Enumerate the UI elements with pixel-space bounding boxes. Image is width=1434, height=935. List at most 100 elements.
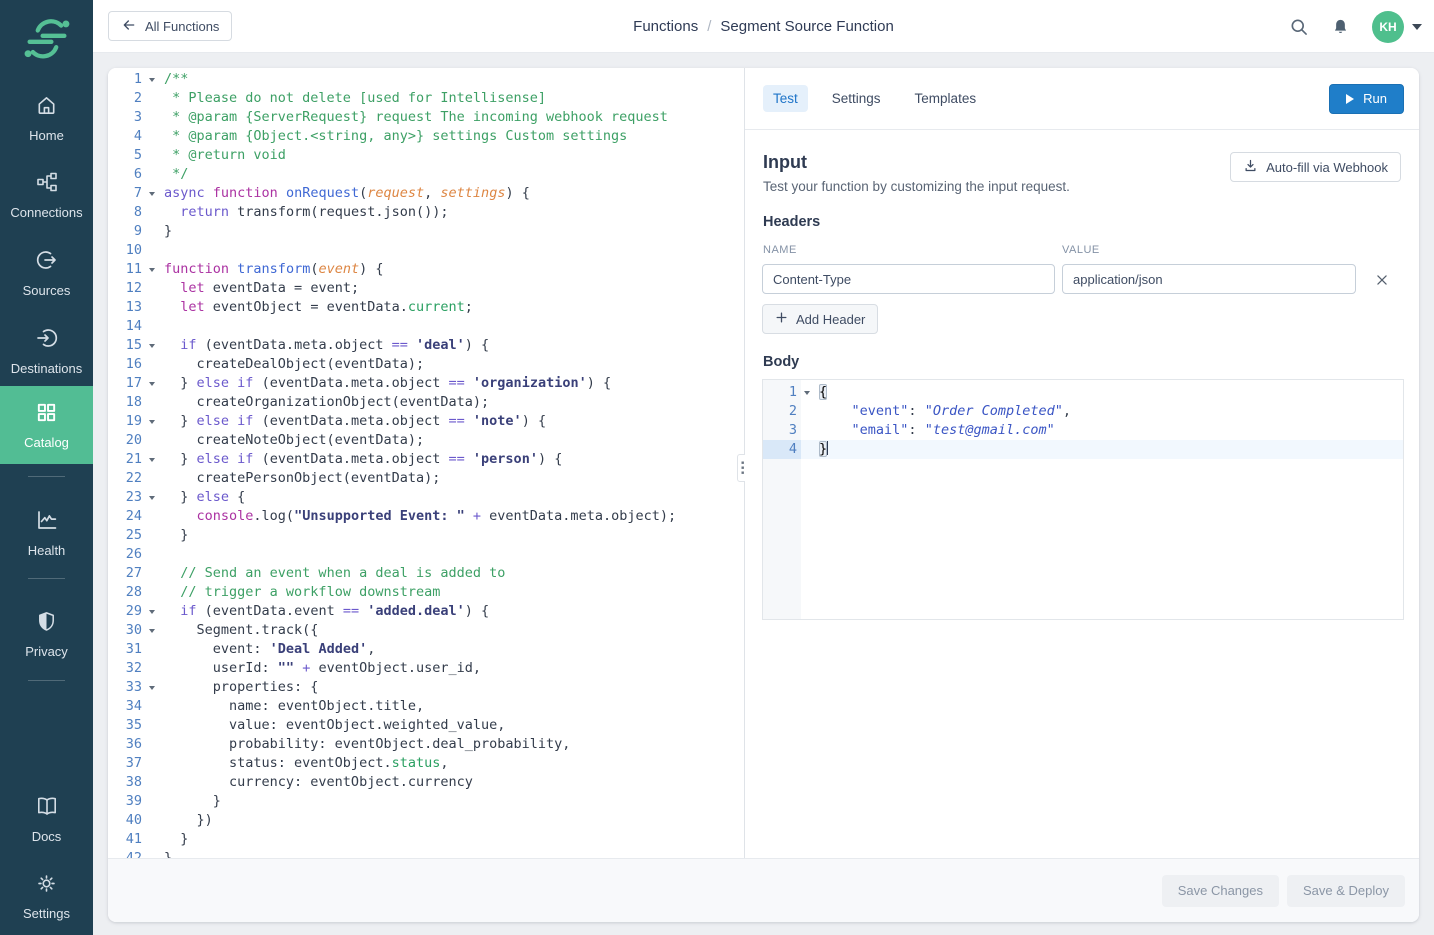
code-line[interactable]: 30 Segment.track({ xyxy=(108,621,744,640)
code-line[interactable]: 33 properties: { xyxy=(108,678,744,697)
header-value-input[interactable] xyxy=(1062,264,1356,294)
fold-arrow-icon[interactable] xyxy=(149,192,155,196)
sidebar-item-privacy[interactable]: Privacy xyxy=(0,602,93,667)
line-number: 4 xyxy=(108,127,146,146)
sidebar-item-settings[interactable]: Settings xyxy=(0,864,93,929)
fold-arrow-icon[interactable] xyxy=(149,458,155,462)
code-line[interactable]: 35 value: eventObject.weighted_value, xyxy=(108,716,744,735)
sidebar-item-label: Catalog xyxy=(24,435,69,450)
code-line[interactable]: 4 * @param {Object.<string, any>} settin… xyxy=(108,127,744,146)
run-button[interactable]: Run xyxy=(1329,84,1404,114)
user-menu[interactable]: KH xyxy=(1372,11,1422,43)
plus-icon xyxy=(775,311,788,327)
destinations-icon xyxy=(35,326,59,355)
code-line[interactable]: 23 } else { xyxy=(108,488,744,507)
code-line[interactable]: 18 createOrganizationObject(eventData); xyxy=(108,393,744,412)
code-line[interactable]: 24 console.log("Unsupported Event: " + e… xyxy=(108,507,744,526)
code-line[interactable]: 3 "email": "test@gmail.com" xyxy=(763,421,1403,440)
sidebar-item-catalog[interactable]: Catalog xyxy=(0,386,93,464)
code-line[interactable]: 21 } else if (eventData.meta.object == '… xyxy=(108,450,744,469)
sidebar-item-sources[interactable]: Sources xyxy=(0,240,93,306)
code-line[interactable]: 25 } xyxy=(108,526,744,545)
save-changes-button[interactable]: Save Changes xyxy=(1162,875,1279,907)
header-name-input[interactable] xyxy=(762,264,1055,294)
fold-arrow-icon[interactable] xyxy=(149,78,155,82)
code-line[interactable]: 2 * Please do not delete [used for Intel… xyxy=(108,89,744,108)
sidebar-item-docs[interactable]: Docs xyxy=(0,786,93,852)
search-icon[interactable] xyxy=(1289,17,1309,37)
code-line[interactable]: 7async function onRequest(request, setti… xyxy=(108,184,744,203)
code-line[interactable]: 40 }) xyxy=(108,811,744,830)
sidebar-item-home[interactable]: Home xyxy=(0,86,93,151)
tab-test[interactable]: Test xyxy=(763,85,808,112)
fold-arrow-icon[interactable] xyxy=(149,268,155,272)
code-line[interactable]: 29 if (eventData.event == 'added.deal') … xyxy=(108,602,744,621)
code-line[interactable]: 26 xyxy=(108,545,744,564)
fold-arrow-icon[interactable] xyxy=(149,344,155,348)
code-line[interactable]: 39 } xyxy=(108,792,744,811)
code-line[interactable]: 17 } else if (eventData.meta.object == '… xyxy=(108,374,744,393)
fold-arrow-icon[interactable] xyxy=(804,391,810,395)
fold-arrow-icon[interactable] xyxy=(149,382,155,386)
code-line[interactable]: 34 name: eventObject.title, xyxy=(108,697,744,716)
line-number: 20 xyxy=(108,431,146,450)
code-line[interactable]: 16 createDealObject(eventData); xyxy=(108,355,744,374)
segment-logo-icon[interactable] xyxy=(0,12,93,64)
line-number: 13 xyxy=(108,298,146,317)
sidebar-item-destinations[interactable]: Destinations xyxy=(0,318,93,384)
code-line[interactable]: 8 return transform(request.json()); xyxy=(108,203,744,222)
code-line[interactable]: 12 let eventData = event; xyxy=(108,279,744,298)
code-line[interactable]: 5 * @return void xyxy=(108,146,744,165)
tab-templates[interactable]: Templates xyxy=(905,85,987,112)
code-line[interactable]: 31 event: 'Deal Added', xyxy=(108,640,744,659)
sidebar-item-connections[interactable]: Connections xyxy=(0,162,93,228)
code-line[interactable]: 22 createPersonObject(eventData); xyxy=(108,469,744,488)
line-number: 19 xyxy=(108,412,146,431)
line-number: 35 xyxy=(108,716,146,735)
line-number: 28 xyxy=(108,583,146,602)
sidebar-item-health[interactable]: Health xyxy=(0,500,93,566)
code-line[interactable]: 28 // trigger a workflow downstream xyxy=(108,583,744,602)
code-line[interactable]: 27 // Send an event when a deal is added… xyxy=(108,564,744,583)
sidebar-item-label: Home xyxy=(29,128,64,143)
code-line[interactable]: 15 if (eventData.meta.object == 'deal') … xyxy=(108,336,744,355)
code-line[interactable]: 6 */ xyxy=(108,165,744,184)
source-code-editor[interactable]: 1/**2 * Please do not delete [used for I… xyxy=(108,68,744,858)
fold-arrow-icon[interactable] xyxy=(149,610,155,614)
code-line[interactable]: 13 let eventObject = eventData.current; xyxy=(108,298,744,317)
code-line[interactable]: 3 * @param {ServerRequest} request The i… xyxy=(108,108,744,127)
fold-arrow-icon[interactable] xyxy=(149,420,155,424)
code-line[interactable]: 19 } else if (eventData.meta.object == '… xyxy=(108,412,744,431)
tab-settings[interactable]: Settings xyxy=(822,85,891,112)
run-button-label: Run xyxy=(1363,91,1387,106)
code-line[interactable]: 10 xyxy=(108,241,744,260)
save-and-deploy-button[interactable]: Save & Deploy xyxy=(1287,875,1405,907)
code-line[interactable]: 11function transform(event) { xyxy=(108,260,744,279)
code-line[interactable]: 1/** xyxy=(108,70,744,89)
code-line[interactable]: 14 xyxy=(108,317,744,336)
line-number: 36 xyxy=(108,735,146,754)
body-section-title: Body xyxy=(763,354,799,370)
code-line[interactable]: 32 userId: "" + eventObject.user_id, xyxy=(108,659,744,678)
code-line[interactable]: 41 } xyxy=(108,830,744,849)
code-line[interactable]: 2 "event": "Order Completed", xyxy=(763,402,1403,421)
code-line[interactable]: 37 status: eventObject.status, xyxy=(108,754,744,773)
code-line[interactable]: 1{ xyxy=(763,383,1403,402)
remove-header-icon[interactable] xyxy=(1373,271,1391,292)
code-line[interactable]: 36 probability: eventObject.deal_probabi… xyxy=(108,735,744,754)
fold-arrow-icon[interactable] xyxy=(149,496,155,500)
fold-arrow-icon[interactable] xyxy=(149,629,155,633)
avatar[interactable]: KH xyxy=(1372,11,1404,43)
breadcrumb-parent[interactable]: Functions xyxy=(633,18,698,35)
code-line[interactable]: 38 currency: eventObject.currency xyxy=(108,773,744,792)
notifications-bell-icon[interactable] xyxy=(1331,17,1350,37)
code-line[interactable]: 42} xyxy=(108,849,744,858)
autofill-via-webhook-button[interactable]: Auto-fill via Webhook xyxy=(1230,152,1401,182)
add-header-button[interactable]: Add Header xyxy=(762,304,878,334)
code-line[interactable]: 4} xyxy=(763,440,1403,459)
privacy-icon xyxy=(35,610,58,638)
code-line[interactable]: 20 createNoteObject(eventData); xyxy=(108,431,744,450)
fold-arrow-icon[interactable] xyxy=(149,686,155,690)
request-body-editor[interactable]: 1{2 "event": "Order Completed",3 "email"… xyxy=(762,379,1404,620)
code-line[interactable]: 9} xyxy=(108,222,744,241)
